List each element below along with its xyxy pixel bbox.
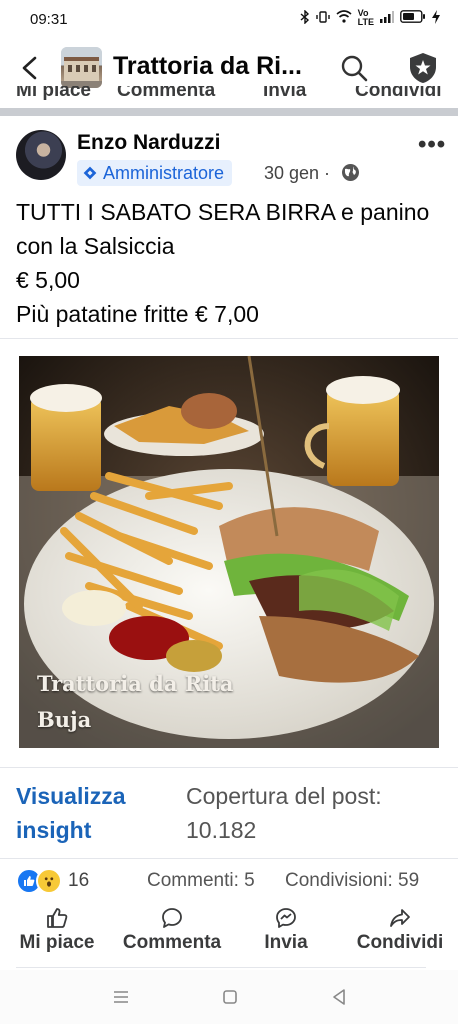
search-button[interactable] bbox=[338, 52, 372, 86]
status-icons: Vo LTE bbox=[300, 9, 440, 27]
more-options-button[interactable]: ••• bbox=[418, 131, 446, 159]
system-back-button[interactable] bbox=[328, 986, 350, 1008]
home-square-icon bbox=[223, 990, 237, 1004]
shares-count[interactable]: Condivisioni: 59 bbox=[285, 870, 419, 892]
photo-watermark: Trattoria da Rita Buja bbox=[37, 671, 234, 732]
thumbs-up-icon bbox=[47, 908, 68, 928]
bluetooth-icon bbox=[300, 8, 310, 27]
share-label: Condividi bbox=[356, 932, 444, 953]
post-text: TUTTI I SABATO SERA BIRRA e panino con l… bbox=[16, 199, 430, 327]
wifi-icon bbox=[336, 10, 352, 26]
wow-reaction-icon bbox=[36, 868, 62, 894]
menu-lines-icon bbox=[114, 991, 128, 1003]
post-separator bbox=[0, 108, 458, 116]
divider bbox=[0, 767, 458, 768]
status-bar: 09:31 Vo LTE bbox=[0, 0, 458, 40]
send-button[interactable]: Invia bbox=[258, 906, 314, 954]
admin-badge-label: Amministratore bbox=[103, 162, 225, 183]
back-arrow-icon bbox=[22, 56, 37, 80]
divider bbox=[0, 338, 458, 339]
system-navigation-bar bbox=[0, 970, 458, 1024]
vibrate-icon bbox=[315, 10, 330, 27]
volte-icon: Vo LTE bbox=[357, 8, 374, 27]
previous-comment-button[interactable]: Commenta bbox=[117, 86, 215, 102]
share-arrow-icon bbox=[390, 909, 410, 927]
signal-icon bbox=[380, 10, 394, 26]
author-name[interactable]: Enzo Narduzzi bbox=[77, 131, 221, 155]
recent-apps-button[interactable] bbox=[110, 986, 132, 1008]
globe-icon bbox=[341, 163, 360, 182]
home-button[interactable] bbox=[219, 986, 241, 1008]
status-time: 09:31 bbox=[30, 11, 68, 28]
battery-icon bbox=[400, 10, 426, 26]
charging-icon bbox=[432, 9, 440, 27]
send-label: Invia bbox=[264, 932, 308, 953]
post-photo[interactable]: Trattoria da Rita Buja bbox=[19, 356, 439, 748]
admin-tools-button[interactable] bbox=[405, 50, 441, 86]
back-button[interactable] bbox=[14, 52, 46, 84]
admin-badge: Amministratore bbox=[77, 160, 233, 186]
comments-count[interactable]: Commenti: 5 bbox=[147, 870, 255, 892]
previous-like-button[interactable]: Mi piace bbox=[16, 86, 91, 102]
view-insights-link[interactable]: Visualizza insight bbox=[16, 779, 126, 847]
comment-button[interactable]: Commenta bbox=[115, 906, 229, 954]
reactions-summary[interactable]: 16 bbox=[16, 868, 89, 894]
admin-diamond-icon bbox=[83, 166, 97, 180]
reaction-count: 16 bbox=[68, 870, 90, 891]
back-triangle-icon bbox=[333, 989, 345, 1005]
search-icon bbox=[341, 55, 368, 82]
post-reach: Copertura del post: 10.182 bbox=[186, 783, 382, 843]
like-label: Mi piace bbox=[19, 932, 95, 953]
building-photo bbox=[61, 47, 102, 88]
page-avatar[interactable] bbox=[61, 47, 102, 88]
share-button[interactable]: Condividi bbox=[352, 906, 448, 954]
previous-share-button[interactable]: Condividi bbox=[355, 86, 442, 102]
messenger-icon bbox=[276, 908, 296, 928]
divider bbox=[0, 858, 458, 859]
shield-star-icon bbox=[410, 53, 436, 83]
comment-label: Commenta bbox=[122, 932, 222, 953]
previous-send-button[interactable]: Invia bbox=[263, 86, 306, 102]
like-button[interactable]: Mi piace bbox=[14, 906, 100, 954]
post-date[interactable]: 30 gen · bbox=[264, 163, 330, 184]
comment-bubble-icon bbox=[162, 908, 182, 928]
divider bbox=[16, 967, 426, 968]
previous-post-actions: Mi piace Commenta Invia Condividi bbox=[0, 86, 458, 108]
author-avatar[interactable] bbox=[16, 130, 66, 180]
page-title[interactable]: Trattoria da Ri... bbox=[113, 52, 302, 81]
